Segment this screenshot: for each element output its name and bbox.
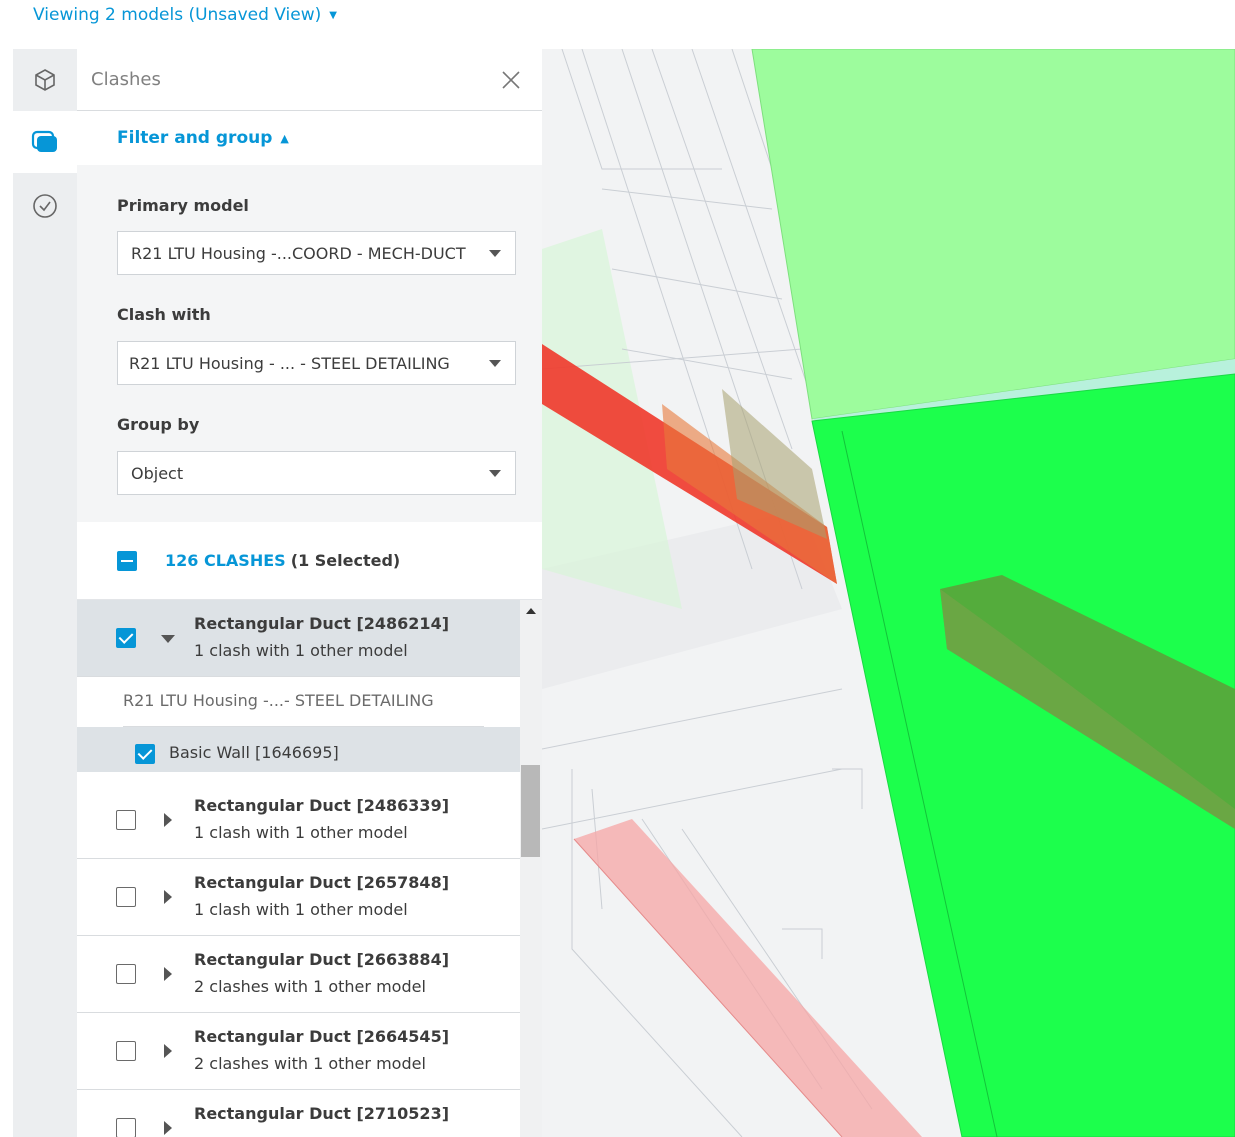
row-subtitle: 1 clash with 1 other model <box>194 823 408 842</box>
scroll-up-icon[interactable] <box>526 608 536 614</box>
clash-with-label: Clash with <box>117 305 211 324</box>
row-subtitle: 2 clashes with 1 other model <box>194 977 426 996</box>
row-title: Rectangular Duct [2486214] <box>194 614 450 633</box>
row-checkbox[interactable] <box>116 1041 136 1061</box>
filter-and-group-toggle[interactable]: Filter and group ▲ <box>77 111 542 165</box>
filter-toggle-label: Filter and group <box>117 128 273 148</box>
dropdown-arrow-icon <box>489 250 501 257</box>
chevron-up-icon: ▲ <box>280 131 289 145</box>
table-row[interactable]: Rectangular Duct [2486339] 1 clash with … <box>77 782 520 859</box>
select-all-checkbox[interactable] <box>117 550 137 571</box>
row-title: Rectangular Duct [2664545] <box>194 1027 450 1046</box>
row-checkbox[interactable] <box>116 628 136 648</box>
clashes-icon[interactable] <box>13 111 77 173</box>
clashes-panel: Clashes Filter and group ▲ Primary model… <box>77 49 542 1137</box>
sub-model-label: R21 LTU Housing -...- STEEL DETAILING <box>123 691 434 710</box>
expand-right-icon[interactable] <box>164 1121 172 1135</box>
model-scene <box>542 49 1235 1137</box>
row-subtitle: 1 clash with 1 other model <box>194 900 408 919</box>
panel-header: Clashes <box>77 49 542 111</box>
table-row[interactable]: Rectangular Duct [2657848] 1 clash with … <box>77 859 520 936</box>
left-rail <box>13 49 77 1137</box>
row-title: Rectangular Duct [2710523] <box>194 1104 450 1123</box>
expand-down-icon[interactable] <box>161 635 175 643</box>
sub-item-label: Basic Wall [1646695] <box>169 743 339 762</box>
primary-model-label: Primary model <box>117 196 249 215</box>
row-title: Rectangular Duct [2663884] <box>194 950 450 969</box>
view-label: Viewing 2 models (Unsaved View) <box>33 5 322 25</box>
row-checkbox[interactable] <box>116 1118 136 1137</box>
table-row[interactable]: Rectangular Duct [2486214] 1 clash with … <box>77 600 520 677</box>
row-checkbox[interactable] <box>116 887 136 907</box>
primary-model-value: R21 LTU Housing -...COORD - MECH-DUCT <box>131 243 466 263</box>
row-checkbox[interactable] <box>116 964 136 984</box>
clash-count: 126 CLASHES <box>165 551 286 570</box>
clash-summary: 126 CLASHES (1 Selected) <box>77 522 542 600</box>
list-scrollbar[interactable] <box>520 600 542 1137</box>
chevron-down-icon: ▼ <box>329 9 337 21</box>
expand-right-icon[interactable] <box>164 1044 172 1058</box>
expand-right-icon[interactable] <box>164 967 172 981</box>
expand-right-icon[interactable] <box>164 890 172 904</box>
dropdown-arrow-icon <box>489 360 501 367</box>
issues-check-icon[interactable] <box>30 191 60 221</box>
model-icon[interactable] <box>30 65 60 95</box>
primary-model-select[interactable]: R21 LTU Housing -...COORD - MECH-DUCT <box>117 231 516 275</box>
table-row[interactable]: Rectangular Duct [2664545] 2 clashes wit… <box>77 1013 520 1090</box>
row-checkbox[interactable] <box>116 810 136 830</box>
filter-section: Primary model R21 LTU Housing -...COORD … <box>77 165 542 522</box>
sub-list-item[interactable]: Basic Wall [1646695] <box>77 727 520 782</box>
table-row[interactable]: Rectangular Duct [2663884] 2 clashes wit… <box>77 936 520 1013</box>
clash-with-value: R21 LTU Housing - ... - STEEL DETAILING <box>129 353 450 373</box>
scroll-thumb[interactable] <box>521 765 540 857</box>
view-selector[interactable]: Viewing 2 models (Unsaved View) ▼ <box>33 5 337 25</box>
row-title: Rectangular Duct [2486339] <box>194 796 450 815</box>
expand-right-icon[interactable] <box>164 813 172 827</box>
row-subtitle: 1 clash with 1 other model <box>194 641 408 660</box>
selected-count: (1 Selected) <box>290 551 401 570</box>
row-title: Rectangular Duct [2657848] <box>194 873 450 892</box>
group-by-label: Group by <box>117 415 200 434</box>
row-subtitle: 2 clashes with 1 other model <box>194 1054 426 1073</box>
sub-model-header: R21 LTU Housing -...- STEEL DETAILING <box>77 677 520 727</box>
group-by-value: Object <box>131 463 184 483</box>
clash-list: Rectangular Duct [2486214] 1 clash with … <box>77 600 520 1137</box>
group-by-select[interactable]: Object <box>117 451 516 495</box>
panel-title: Clashes <box>91 69 161 90</box>
sub-item-checkbox[interactable] <box>135 744 155 764</box>
table-row[interactable]: Rectangular Duct [2710523] <box>77 1090 520 1137</box>
3d-viewport[interactable] <box>542 49 1235 1137</box>
close-icon[interactable] <box>500 69 522 91</box>
dropdown-arrow-icon <box>489 470 501 477</box>
clash-with-select[interactable]: R21 LTU Housing - ... - STEEL DETAILING <box>117 341 516 385</box>
